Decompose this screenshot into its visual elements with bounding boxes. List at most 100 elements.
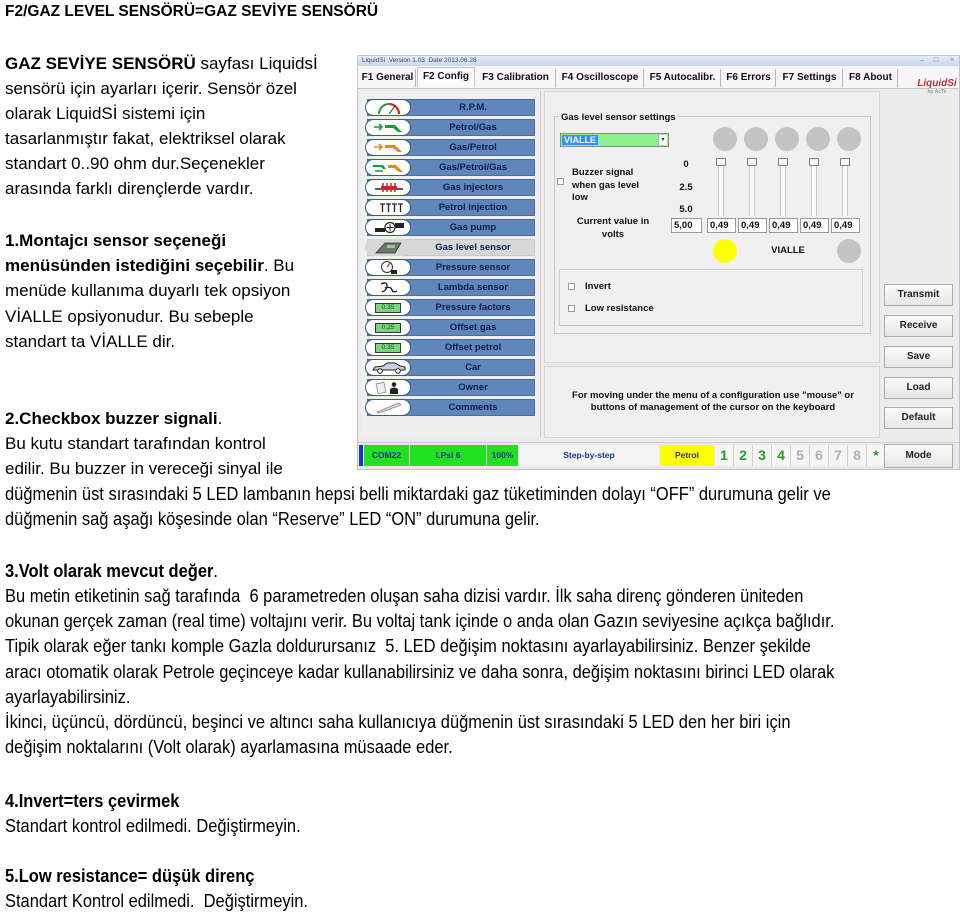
low-resistance-checkbox[interactable] (568, 305, 575, 312)
text-line: düğmenin sağ aşağı köşesinde olan “Reser… (5, 509, 540, 529)
tab-errors[interactable]: F6 Errors (722, 69, 776, 87)
cylinder-6[interactable]: 6 (810, 445, 829, 466)
text-line: 2.Checkbox buzzer signali. (5, 406, 222, 431)
menu-item-gas-pump[interactable]: Gas pump (365, 219, 535, 236)
invert-checkbox[interactable] (568, 283, 575, 290)
save-button[interactable]: Save (884, 346, 953, 368)
dropdown-arrow-icon[interactable]: ▾ (658, 135, 667, 145)
level-slider-3[interactable] (777, 158, 789, 216)
section-5-title: 5.Low resistance= düşük direnç (5, 866, 255, 886)
threshold-field-2[interactable]: 0,49 (738, 218, 767, 233)
menu-item-pressure-sensor[interactable]: Pressure sensor (365, 259, 535, 276)
slider-track[interactable] (780, 160, 786, 216)
intro-bold: GAZ SEVİYE SENSÖRÜ (5, 54, 196, 73)
cylinder-4[interactable]: 4 (772, 445, 791, 466)
receive-button[interactable]: Receive (884, 315, 953, 337)
menu-item-gas-injectors[interactable]: Gas injectors (365, 179, 535, 196)
scale-label-min: 0 (683, 159, 689, 170)
cylinder-7[interactable]: 7 (829, 445, 848, 466)
slider-track[interactable] (749, 160, 755, 216)
menu-item-label: Gas level sensor (435, 242, 511, 253)
text-line: İkinci, üçüncü, dördüncü, beşinci ve alt… (5, 712, 791, 732)
tab-about[interactable]: F8 About (844, 69, 898, 87)
threshold-field-5[interactable]: 0,49 (831, 218, 860, 233)
slider-track[interactable] (718, 160, 724, 216)
level-slider-5[interactable] (839, 158, 851, 216)
buzzer-checkbox[interactable] (557, 178, 564, 185)
default-button[interactable]: Default (884, 407, 953, 429)
cylinder-5[interactable]: 5 (791, 445, 810, 466)
menu-item-label: Offset gas (449, 322, 497, 333)
menu-item-petrol-gas[interactable]: Petrol/Gas (365, 119, 535, 136)
text-fragment: . (217, 409, 223, 428)
menu-item-gas-petrol-gas[interactable]: Gas/Petrol/Gas (365, 159, 535, 176)
mode-button[interactable]: Mode (884, 444, 953, 468)
gas-petrol-gas-icon (365, 159, 411, 176)
menu-item-petrol-injection[interactable]: Petrol injection (365, 199, 535, 216)
cylinder-8[interactable]: 8 (848, 445, 867, 466)
offset-petrol-icon: 0,35 (365, 339, 411, 356)
cylinder-3[interactable]: 3 (753, 445, 772, 466)
menu-item-car[interactable]: Car (365, 359, 535, 376)
slider-thumb[interactable] (716, 158, 726, 166)
menu-item-gas-level-sensor[interactable]: Gas level sensor (365, 239, 535, 256)
owner-icon (365, 379, 411, 396)
minimize-icon[interactable]: – (916, 57, 928, 65)
dropdown-selected-value: VIALLE (562, 135, 599, 145)
level-slider-2[interactable] (746, 158, 758, 216)
tab-bar: F1 General F2 Config F3 Calibration F4 O… (358, 66, 959, 95)
tab-general[interactable]: F1 General (360, 69, 416, 87)
slider-thumb[interactable] (778, 158, 788, 166)
level-led-3 (775, 127, 799, 151)
liquidsi-app-window: LiquidSi Version 1.03 Date 2013.06.28 – … (357, 55, 960, 470)
slider-thumb[interactable] (809, 158, 819, 166)
level-slider-1[interactable] (715, 158, 727, 216)
cylinder-1[interactable]: 1 (715, 445, 734, 466)
menu-item-rpm[interactable]: R.P.M. (365, 99, 535, 116)
level-led-4 (806, 127, 830, 151)
menu-item-label: Owner (458, 382, 488, 393)
tab-settings[interactable]: F7 Settings (777, 69, 843, 87)
menu-item-lambda-sensor[interactable]: Lambda sensor (365, 279, 535, 296)
threshold-field-3[interactable]: 0,49 (769, 218, 798, 233)
tab-autocalibr[interactable]: F5 Autocalibr. (645, 69, 721, 87)
level-slider-4[interactable] (808, 158, 820, 216)
maximize-icon[interactable]: □ (930, 57, 942, 65)
menu-item-label: Gas pump (449, 222, 497, 233)
menu-item-offset-gas[interactable]: 0,25 Offset gas (365, 319, 535, 336)
text-line: standart 0..90 ohm dur.Seçenekler (5, 154, 265, 173)
current-voltage-field[interactable]: 5,00 (671, 218, 702, 233)
label-line: when gas level (572, 179, 640, 191)
slider-track[interactable] (811, 160, 817, 216)
slider-thumb[interactable] (840, 158, 850, 166)
liquidsi-logo: LiquidSi by AcTe (916, 78, 958, 96)
menu-item-label: Pressure sensor (435, 262, 511, 273)
low-resistance-label: Low resistance (585, 303, 654, 314)
threshold-field-4[interactable]: 0,49 (800, 218, 829, 233)
close-icon[interactable]: × (946, 57, 958, 65)
threshold-field-1[interactable]: 0,49 (707, 218, 736, 233)
menu-item-comments[interactable]: Comments (365, 399, 535, 416)
text-line: tasarlanmıştır fakat, elektriksel olarak (5, 129, 286, 148)
sensor-type-dropdown[interactable]: VIALLE ▾ (560, 133, 669, 147)
menu-item-gas-petrol[interactable]: Gas/Petrol (365, 139, 535, 156)
load-button[interactable]: Load (884, 377, 953, 399)
text-line: düğmenin üst sırasındaki 5 LED lambanın … (5, 484, 831, 504)
transmit-button[interactable]: Transmit (884, 284, 953, 306)
section-1-title: 1.Montajcı sensor seçeneği (5, 231, 227, 250)
cylinder-2[interactable]: 2 (734, 445, 753, 466)
hint-line: buttons of management of the cursor on t… (590, 402, 836, 413)
icon-value: 0,25 (375, 323, 401, 333)
tab-calibration[interactable]: F3 Calibration (476, 69, 556, 87)
label-line: low (572, 192, 588, 203)
slider-thumb[interactable] (747, 158, 757, 166)
slider-track[interactable] (842, 160, 848, 216)
menu-item-pressure-factors[interactable]: 0,35 Pressure factors (365, 299, 535, 316)
buzzer-label: Buzzer signal when gas level low (572, 167, 639, 205)
menu-item-owner[interactable]: Owner (365, 379, 535, 396)
tab-config[interactable]: F2 Config (417, 67, 475, 87)
text-line: okunan gerçek zaman (real time) voltajın… (5, 611, 835, 631)
window-title: LiquidSi Version 1.03 Date 2013.06.28 (362, 57, 477, 64)
tab-oscilloscope[interactable]: F4 Oscilloscope (557, 69, 644, 87)
menu-item-offset-petrol[interactable]: 0,35 Offset petrol (365, 339, 535, 356)
